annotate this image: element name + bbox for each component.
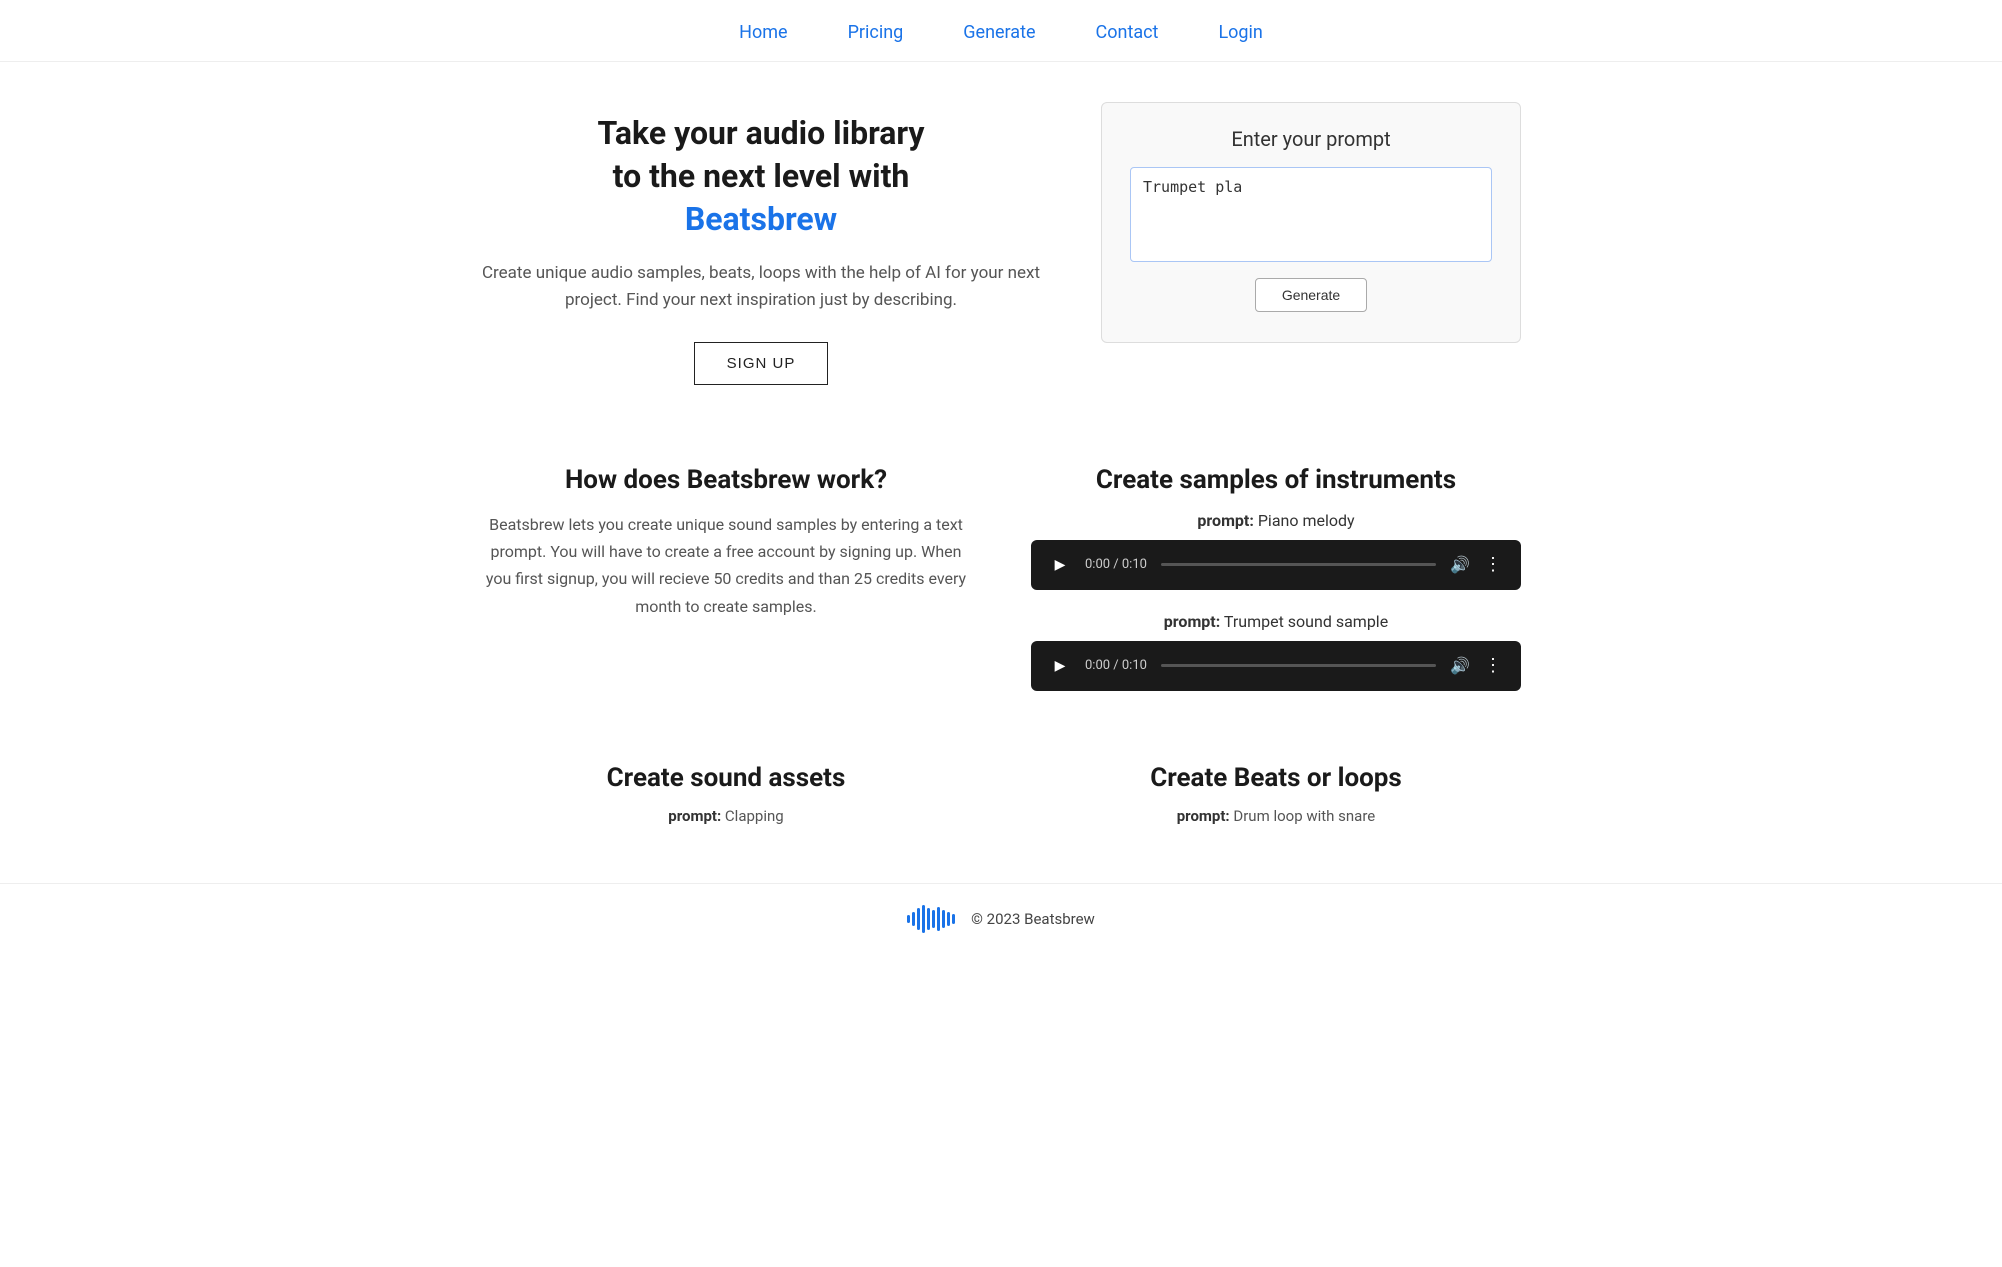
audio-player-2-wrap: ▶ 0:00 / 0:10 🔊 ⋮	[1031, 641, 1521, 691]
play-button-2[interactable]: ▶	[1049, 655, 1071, 677]
nav-pricing[interactable]: Pricing	[848, 22, 904, 43]
nav-login[interactable]: Login	[1218, 22, 1262, 43]
how-heading: How does Beatsbrew work?	[481, 465, 971, 495]
instruments-section: Create samples of instruments prompt: Pi…	[1031, 465, 1521, 713]
footer-logo	[907, 904, 955, 934]
middle-sections: How does Beatsbrew work? Beatsbrew lets …	[401, 435, 1601, 753]
waveform-icon	[907, 904, 955, 934]
nav-home[interactable]: Home	[739, 22, 787, 43]
instruments-heading: Create samples of instruments	[1031, 465, 1521, 495]
hero-heading: Take your audio library to the next leve…	[481, 112, 1041, 242]
audio-player-1: ▶ 0:00 / 0:10 🔊 ⋮	[1031, 540, 1521, 590]
audio-player-1-wrap: ▶ 0:00 / 0:10 🔊 ⋮	[1031, 540, 1521, 590]
prompt1-label: prompt: Piano melody	[1031, 511, 1521, 530]
hero-left: Take your audio library to the next leve…	[481, 102, 1041, 385]
progress-bar-1[interactable]	[1161, 563, 1436, 566]
more-button-2[interactable]: ⋮	[1484, 655, 1503, 676]
volume-button-2[interactable]: 🔊	[1450, 656, 1470, 675]
footer-copyright: © 2023 Beatsbrew	[971, 910, 1095, 928]
sound-assets-heading: Create sound assets	[481, 763, 971, 793]
beats-heading: Create Beats or loops	[1031, 763, 1521, 793]
bottom-sections: Create sound assets prompt: Clapping Cre…	[401, 753, 1601, 853]
audio-player-2: ▶ 0:00 / 0:10 🔊 ⋮	[1031, 641, 1521, 691]
how-section: How does Beatsbrew work? Beatsbrew lets …	[481, 465, 971, 713]
time-display-1: 0:00 / 0:10	[1085, 557, 1147, 572]
nav-generate[interactable]: Generate	[963, 22, 1035, 43]
sound-assets-section: Create sound assets prompt: Clapping	[481, 763, 971, 833]
beats-prompt-value: Drum loop with snare	[1233, 807, 1375, 825]
hero-section: Take your audio library to the next leve…	[401, 62, 1601, 435]
progress-bar-2[interactable]	[1161, 664, 1436, 667]
how-description: Beatsbrew lets you create unique sound s…	[481, 511, 971, 620]
prompt1-value: Piano melody	[1258, 511, 1355, 530]
prompt-textarea[interactable]: Trumpet pla	[1130, 167, 1492, 262]
sound-assets-prompt-label: prompt: Clapping	[481, 807, 971, 825]
beats-section: Create Beats or loops prompt: Drum loop …	[1031, 763, 1521, 833]
hero-description: Create unique audio samples, beats, loop…	[481, 260, 1041, 314]
prompt-box: Enter your prompt Trumpet pla Generate	[1101, 102, 1521, 343]
sound-assets-prompt-value: Clapping	[725, 807, 784, 825]
beats-prompt-label: prompt: Drum loop with snare	[1031, 807, 1521, 825]
brand-name: Beatsbrew	[685, 200, 837, 238]
prompt-box-title: Enter your prompt	[1231, 127, 1390, 151]
main-nav: Home Pricing Generate Contact Login	[0, 0, 2002, 61]
footer: © 2023 Beatsbrew	[0, 883, 2002, 954]
more-button-1[interactable]: ⋮	[1484, 554, 1503, 575]
prompt2-label: prompt: Trumpet sound sample	[1031, 612, 1521, 631]
nav-contact[interactable]: Contact	[1096, 22, 1159, 43]
signup-button[interactable]: SIGN UP	[694, 342, 829, 385]
volume-button-1[interactable]: 🔊	[1450, 555, 1470, 574]
time-display-2: 0:00 / 0:10	[1085, 658, 1147, 673]
generate-button[interactable]: Generate	[1255, 278, 1367, 312]
prompt2-value: Trumpet sound sample	[1224, 612, 1388, 631]
play-button-1[interactable]: ▶	[1049, 554, 1071, 576]
